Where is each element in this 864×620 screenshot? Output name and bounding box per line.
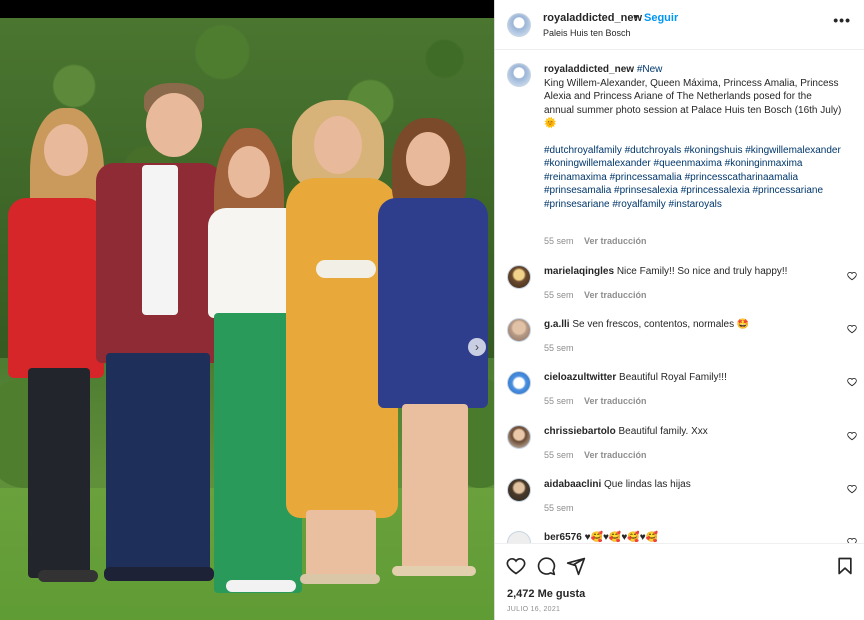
sun-emoji: 🌞 bbox=[544, 118, 557, 129]
caption-meta: 55 sem Ver traducción bbox=[544, 236, 647, 246]
heart-icon[interactable] bbox=[847, 484, 857, 494]
comment-time: 55 sem bbox=[544, 343, 574, 353]
carousel-next-button[interactable]: › bbox=[468, 338, 486, 356]
hashtag-new[interactable]: #New bbox=[637, 64, 663, 75]
translate-link[interactable]: Ver traducción bbox=[584, 450, 647, 460]
comment-time: 55 sem bbox=[544, 503, 574, 513]
comment-username[interactable]: chrissiebartolo bbox=[544, 426, 616, 437]
comment-text: ♥🥰♥🥰♥🥰♥🥰 bbox=[584, 532, 659, 543]
bookmark-icon[interactable] bbox=[835, 556, 855, 576]
caption-body: royaladdicted_new #New King Willem-Alexa… bbox=[544, 63, 844, 211]
heart-icon[interactable] bbox=[847, 324, 857, 334]
avatar[interactable] bbox=[507, 371, 531, 395]
chevron-right-icon: › bbox=[475, 340, 479, 354]
comment-body: g.a.lli Se ven frescos, contentos, norma… bbox=[544, 318, 844, 332]
share-icon[interactable] bbox=[566, 556, 586, 576]
comment-time: 55 sem bbox=[544, 450, 574, 460]
post-header: royaladdicted_new • Seguir Paleis Huis t… bbox=[495, 0, 864, 50]
comment-text: Beautiful Royal Family!!! bbox=[619, 372, 727, 383]
comment-meta: 55 sem bbox=[544, 503, 582, 513]
translate-link[interactable]: Ver traducción bbox=[584, 396, 647, 406]
comment-meta: 55 sem bbox=[544, 343, 582, 353]
comment-text: Se ven frescos, contentos, normales 🤩 bbox=[572, 319, 750, 330]
avatar[interactable] bbox=[507, 425, 531, 449]
comment-body: aidabaaclini Que lindas las hijas bbox=[544, 478, 844, 492]
post-side-panel: royaladdicted_new • Seguir Paleis Huis t… bbox=[494, 0, 864, 620]
more-options-icon[interactable]: ••• bbox=[833, 12, 851, 28]
avatar[interactable] bbox=[507, 13, 531, 37]
avatar[interactable] bbox=[507, 531, 531, 543]
post-date: JULIO 16, 2021 bbox=[507, 606, 561, 613]
comment-text: Que lindas las hijas bbox=[604, 479, 691, 490]
avatar[interactable] bbox=[507, 478, 531, 502]
post-username[interactable]: royaladdicted_new bbox=[543, 12, 642, 24]
comment-username[interactable]: g.a.lli bbox=[544, 319, 570, 330]
comment-body: cieloazultwitter Beautiful Royal Family!… bbox=[544, 371, 844, 385]
comment-icon[interactable] bbox=[536, 556, 556, 576]
comment-time: 55 sem bbox=[544, 290, 574, 300]
avatar[interactable] bbox=[507, 63, 531, 87]
caption-hashtags[interactable]: #dutchroyalfamily #dutchroyals #koningsh… bbox=[544, 145, 841, 210]
comments-list[interactable]: royaladdicted_new #New King Willem-Alexa… bbox=[495, 51, 864, 543]
likes-count[interactable]: 2,472 Me gusta bbox=[507, 588, 585, 600]
comment-text: Beautiful family. Xxx bbox=[618, 426, 708, 437]
comment-text: Nice Family!! So nice and truly happy!! bbox=[616, 266, 788, 277]
caption-text: King Willem-Alexander, Queen Máxima, Pri… bbox=[544, 77, 842, 116]
heart-icon[interactable] bbox=[847, 377, 857, 387]
comment-meta: 55 sem Ver traducción bbox=[544, 450, 647, 460]
follow-button[interactable]: Seguir bbox=[644, 12, 678, 24]
comment-meta: 55 sem Ver traducción bbox=[544, 396, 647, 406]
comment-body: ber6576 ♥🥰♥🥰♥🥰♥🥰 bbox=[544, 531, 844, 543]
comment-body: chrissiebartolo Beautiful family. Xxx bbox=[544, 425, 844, 439]
comment-body: marielaqingles Nice Family!! So nice and… bbox=[544, 265, 844, 279]
caption-username[interactable]: royaladdicted_new bbox=[544, 64, 634, 75]
heart-icon[interactable] bbox=[506, 556, 526, 576]
post-location[interactable]: Paleis Huis ten Bosch bbox=[543, 28, 631, 38]
post-actions: 2,472 Me gusta JULIO 16, 2021 bbox=[495, 543, 864, 620]
comment-time: 55 sem bbox=[544, 396, 574, 406]
comment-meta: 55 sem Ver traducción bbox=[544, 290, 647, 300]
heart-icon[interactable] bbox=[847, 271, 857, 281]
comment-username[interactable]: ber6576 bbox=[544, 532, 582, 543]
heart-icon[interactable] bbox=[847, 431, 857, 441]
comment-username[interactable]: cieloazultwitter bbox=[544, 372, 616, 383]
separator-dot: • bbox=[634, 11, 638, 23]
avatar[interactable] bbox=[507, 265, 531, 289]
post-photo[interactable]: › bbox=[0, 18, 494, 620]
caption-time: 55 sem bbox=[544, 236, 574, 246]
comment-username[interactable]: marielaqingles bbox=[544, 266, 614, 277]
avatar[interactable] bbox=[507, 318, 531, 342]
translate-link[interactable]: Ver traducción bbox=[584, 290, 647, 300]
comment-username[interactable]: aidabaaclini bbox=[544, 479, 601, 490]
translate-link[interactable]: Ver traducción bbox=[584, 236, 647, 246]
